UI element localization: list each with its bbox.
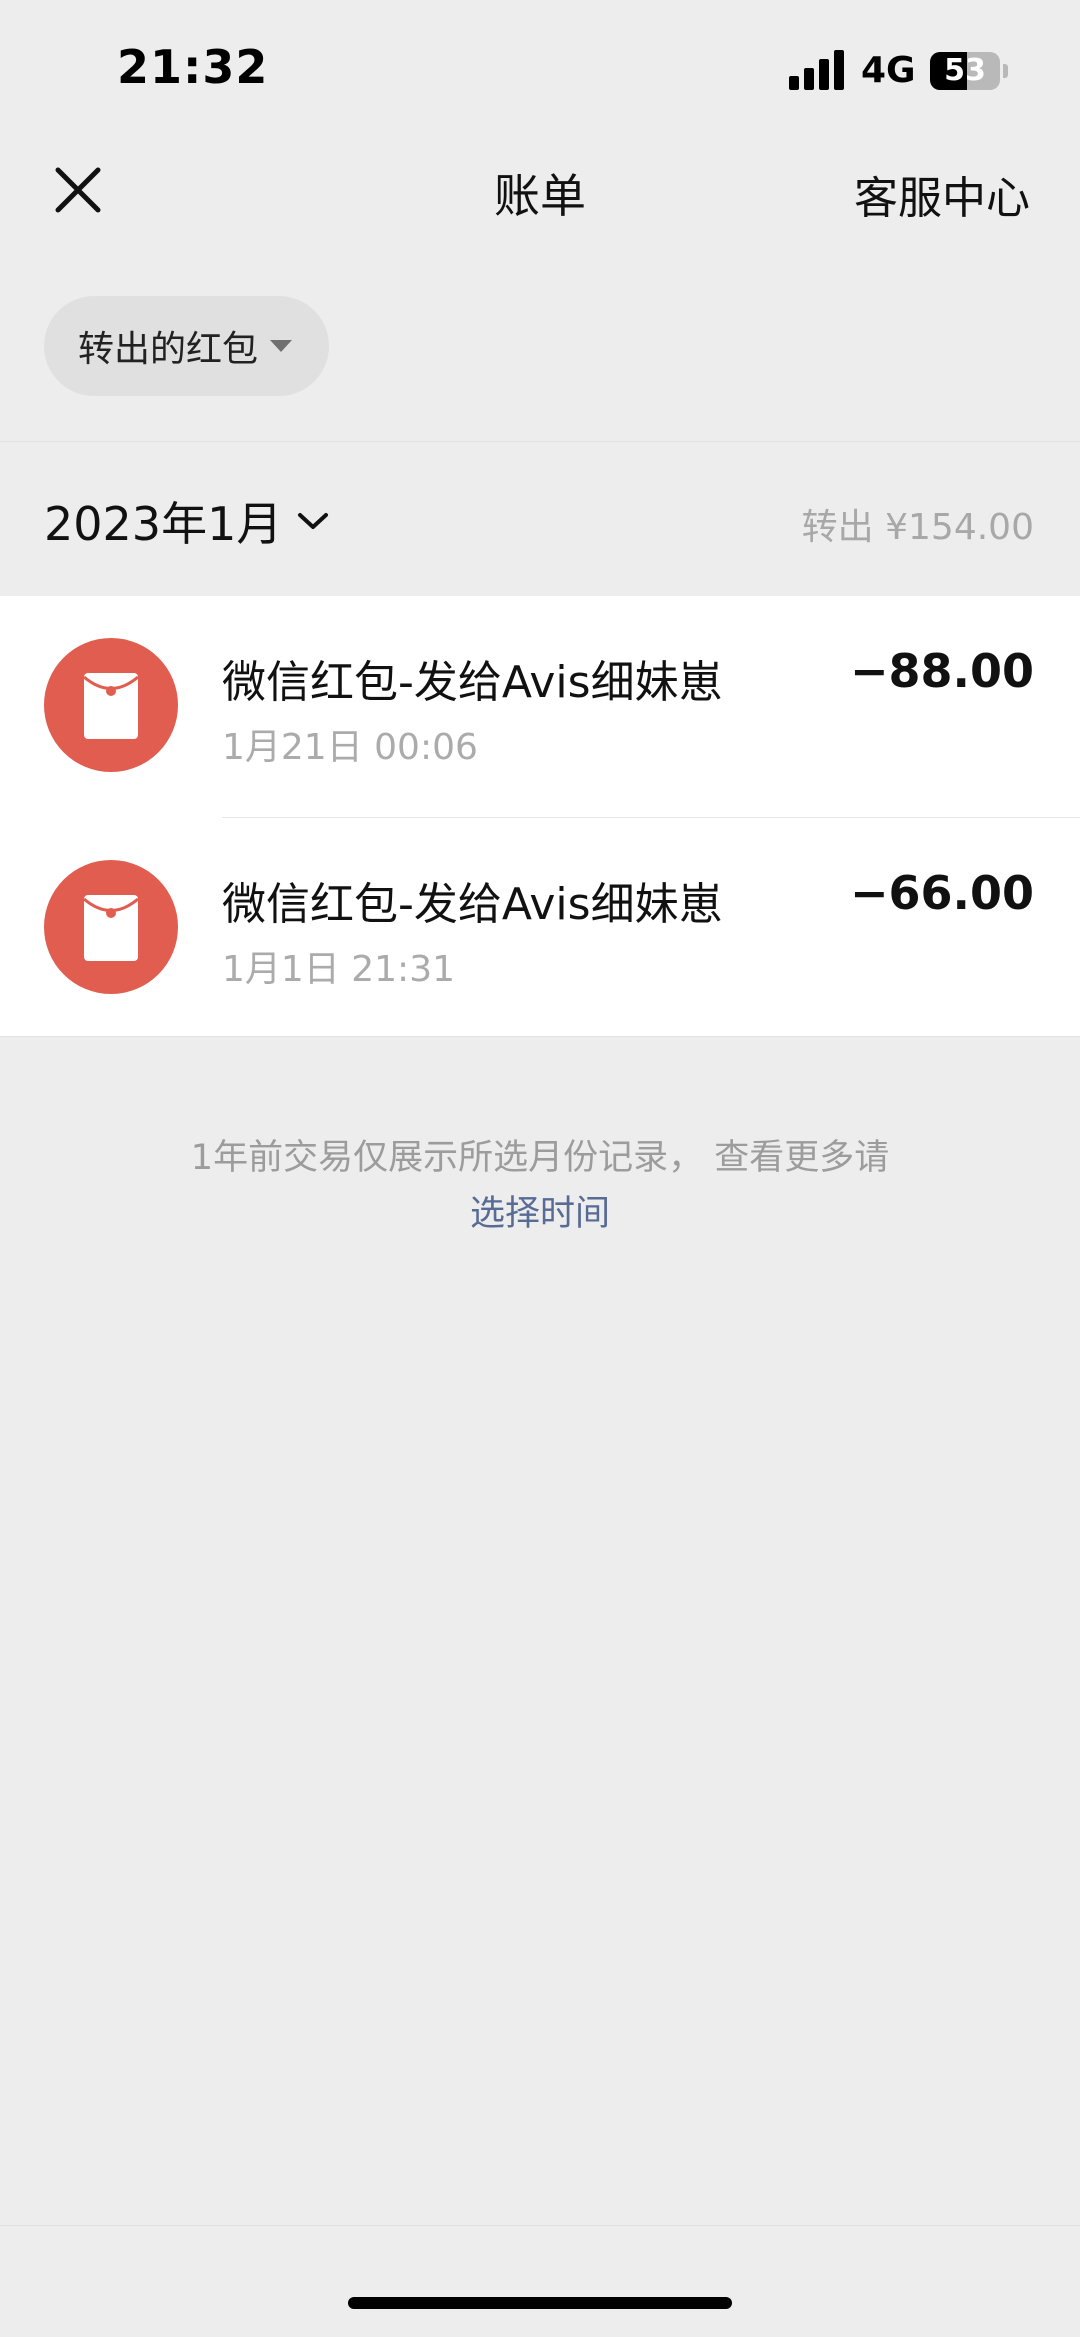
transaction-title: 微信红包-发给Avis细妹崽 <box>222 657 723 708</box>
close-button[interactable] <box>48 160 108 220</box>
transaction-list: 微信红包-发给Avis细妹崽 1月21日 00:06 −88.00 微信红包-发… <box>0 596 1080 1037</box>
filter-dropdown[interactable]: 转出的红包 <box>44 296 329 396</box>
red-packet-icon <box>44 638 178 772</box>
bottom-divider <box>0 2225 1080 2226</box>
transaction-title: 微信红包-发给Avis细妹崽 <box>222 879 723 930</box>
battery-level: 53 <box>944 53 986 88</box>
month-label: 2023年1月 <box>44 497 283 551</box>
caret-down-icon <box>270 340 293 352</box>
section-divider <box>0 441 1080 442</box>
filter-label: 转出的红包 <box>78 329 259 370</box>
red-packet-icon <box>44 860 178 994</box>
transaction-amount: −88.00 <box>849 644 1034 698</box>
network-type: 4G <box>861 50 916 91</box>
transaction-amount: −66.00 <box>849 866 1034 920</box>
notice-text: 1年前交易仅展示所选月份记录， 查看更多请 <box>190 1138 890 1178</box>
transaction-row[interactable]: 微信红包-发给Avis细妹崽 1月1日 21:31 −66.00 <box>0 818 1080 1040</box>
battery-tip <box>1003 64 1008 78</box>
battery-icon: 53 <box>930 52 1000 90</box>
chevron-down-icon <box>298 513 329 529</box>
page-title: 账单 <box>494 169 586 223</box>
transaction-time: 1月21日 00:06 <box>222 727 478 768</box>
select-time-link[interactable]: 选择时间 <box>0 1186 1080 1242</box>
home-indicator[interactable] <box>348 2297 732 2309</box>
customer-service-button[interactable]: 客服中心 <box>854 162 1030 226</box>
month-selector[interactable]: 2023年1月 <box>44 488 330 554</box>
history-notice: 1年前交易仅展示所选月份记录， 查看更多请 选择时间 <box>0 1130 1080 1242</box>
transaction-time: 1月1日 21:31 <box>222 949 455 990</box>
close-icon <box>55 167 101 213</box>
transaction-row[interactable]: 微信红包-发给Avis细妹崽 1月21日 00:06 −88.00 <box>0 596 1080 818</box>
month-summary: 转出 ¥154.00 <box>801 507 1034 548</box>
signal-icon <box>789 50 845 90</box>
status-time: 21:32 <box>117 40 269 94</box>
